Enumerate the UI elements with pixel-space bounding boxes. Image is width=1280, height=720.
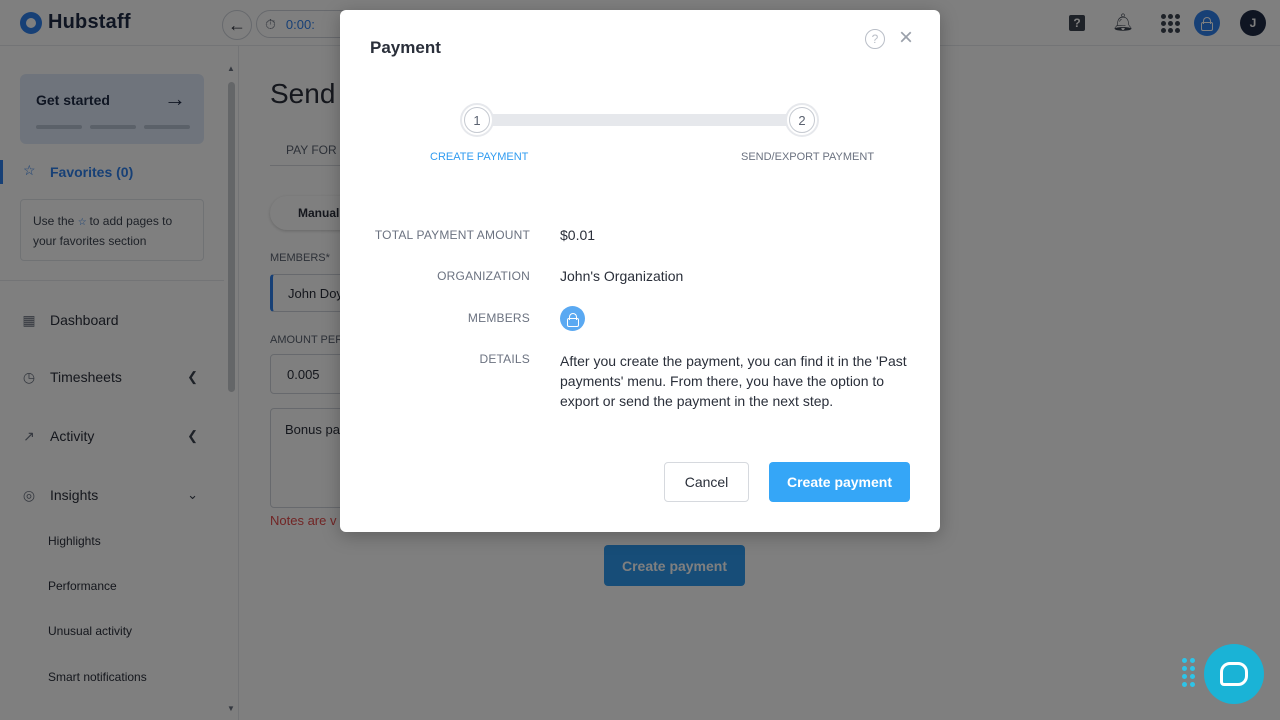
step-2-circle: 2 — [785, 103, 819, 137]
chat-drag-handle[interactable] — [1182, 658, 1195, 687]
step-1-number: 1 — [464, 107, 490, 133]
user-lock-icon — [566, 312, 579, 327]
create-payment-button[interactable]: Create payment — [769, 462, 910, 502]
step-1-label: CREATE PAYMENT — [430, 151, 529, 163]
question-circle-icon[interactable]: ? — [865, 29, 885, 49]
organization-label: ORGANIZATION — [437, 269, 530, 283]
modal-title: Payment — [370, 38, 441, 57]
details-label: DETAILS — [479, 352, 530, 366]
details-text: After you create the payment, you can fi… — [560, 353, 907, 409]
organization-value: John's Organization — [560, 268, 684, 284]
total-amount-label: TOTAL PAYMENT AMOUNT — [374, 228, 530, 242]
step-1-circle: 1 — [460, 103, 494, 137]
payment-modal: Payment ? × 1 2 CREATE PAYMENT SEND/EXPO… — [340, 10, 940, 532]
step-2-label: SEND/EXPORT PAYMENT — [741, 151, 875, 163]
stepper-track — [477, 114, 802, 126]
step-2-number: 2 — [789, 107, 815, 133]
cancel-button[interactable]: Cancel — [664, 462, 749, 502]
chat-bubble-icon — [1220, 662, 1248, 686]
member-avatar[interactable] — [560, 306, 585, 331]
total-amount-value: $0.01 — [560, 227, 596, 243]
close-icon[interactable]: × — [899, 26, 913, 50]
chat-button[interactable] — [1204, 644, 1264, 704]
members-label: MEMBERS — [467, 311, 530, 325]
